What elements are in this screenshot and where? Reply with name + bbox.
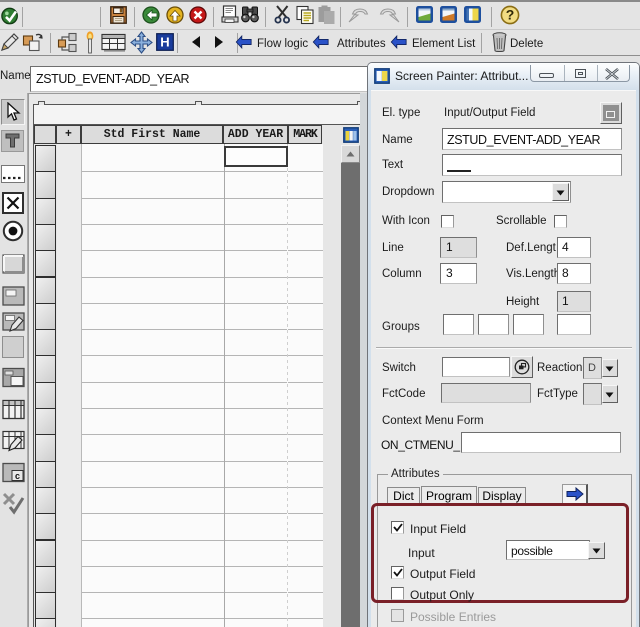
svg-text:?: ? — [506, 7, 515, 23]
svg-text:c: c — [15, 471, 20, 481]
svg-text:H: H — [160, 35, 169, 50]
